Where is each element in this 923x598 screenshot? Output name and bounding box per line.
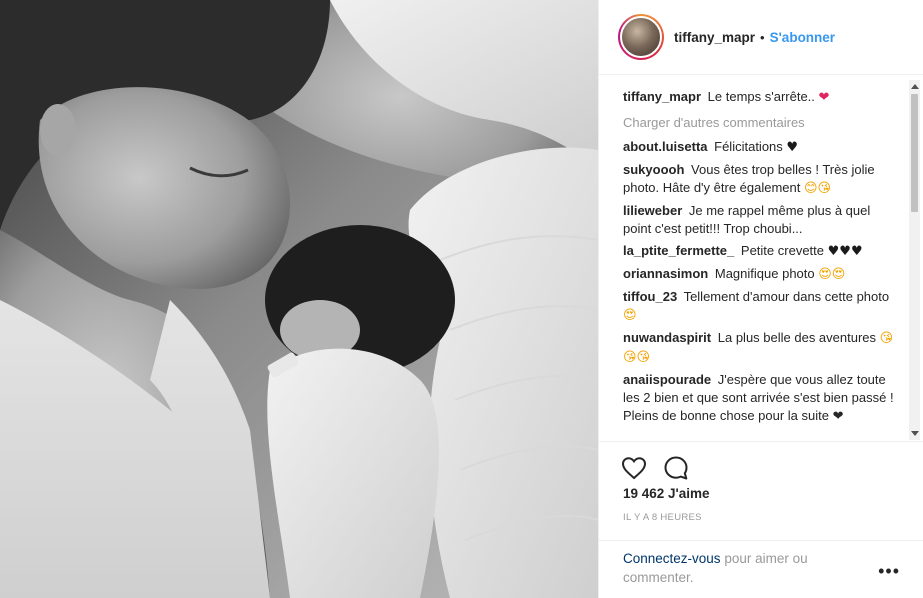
follow-button[interactable]: S'abonner bbox=[770, 30, 835, 45]
photo-illustration bbox=[0, 0, 598, 598]
comment-item: tiffou_23 Tellement d'amour dans cette p… bbox=[623, 288, 904, 325]
load-more-comments-button[interactable]: Charger d'autres commentaires bbox=[623, 114, 904, 132]
comment-username[interactable]: la_ptite_fermette_ bbox=[623, 243, 734, 258]
comment-item: oriannasimon Magnifique photo 😍😍 bbox=[623, 265, 904, 284]
post-timestamp[interactable]: IL Y A 8 HEURES bbox=[623, 512, 702, 523]
comment-item: sukyoooh Vous êtes trop belles ! Très jo… bbox=[623, 161, 904, 198]
scrollbar-thumb[interactable] bbox=[911, 94, 918, 212]
comment-text: Félicitations bbox=[714, 139, 783, 154]
comment-item: lilieweber Je me rappel même plus à quel… bbox=[623, 202, 904, 238]
scroll-down-arrow-icon[interactable] bbox=[911, 431, 919, 436]
comments-scrollbar[interactable] bbox=[909, 80, 920, 440]
login-prompt-text: Connectez-vous pour aimer ou commenter. bbox=[623, 549, 843, 587]
comment-button[interactable] bbox=[661, 453, 691, 483]
comment-text: Tellement d'amour dans cette photo bbox=[683, 289, 890, 304]
comment-username[interactable]: lilieweber bbox=[623, 203, 682, 218]
comment-item: about.luisetta Félicitations ♥ bbox=[623, 138, 904, 157]
post-header: tiffany_mapr • S'abonner bbox=[599, 0, 923, 75]
comment-username[interactable]: tiffou_23 bbox=[623, 289, 677, 304]
comment-username[interactable]: nuwandaspirit bbox=[623, 330, 711, 345]
login-link[interactable]: Connectez-vous bbox=[623, 551, 721, 566]
like-button[interactable] bbox=[619, 453, 649, 483]
scroll-up-arrow-icon[interactable] bbox=[911, 84, 919, 89]
comment-username[interactable]: anaiispourade bbox=[623, 372, 711, 387]
comment-username[interactable]: oriannasimon bbox=[623, 266, 708, 281]
comment-username[interactable]: about.luisetta bbox=[623, 139, 708, 154]
post-side-panel: tiffany_mapr • S'abonner tiffany_mapr Le… bbox=[598, 0, 923, 598]
smile-kiss-emoji: 😊😘 bbox=[804, 181, 832, 196]
comment-bubble-icon bbox=[664, 456, 688, 479]
post-caption: tiffany_mapr Le temps s'arrête.. ❤ bbox=[623, 88, 904, 107]
red-heart-emoji: ❤ bbox=[818, 90, 830, 105]
profile-avatar[interactable] bbox=[620, 16, 662, 58]
comment-item: nuwandaspirit La plus belle des aventure… bbox=[623, 329, 904, 367]
comment-item: anaiispourade J'espère que vous allez to… bbox=[623, 371, 904, 425]
avatar-story-ring[interactable] bbox=[618, 14, 664, 60]
heart-emoji: ♥ bbox=[786, 140, 799, 155]
heart-eyes-emoji: 😍😍 bbox=[818, 267, 846, 282]
post-photo[interactable] bbox=[0, 0, 598, 598]
heart-eyes-emoji: 😍 bbox=[623, 308, 637, 323]
comment-username[interactable]: sukyoooh bbox=[623, 162, 684, 177]
comments-list[interactable]: tiffany_mapr Le temps s'arrête.. ❤ Charg… bbox=[599, 76, 923, 440]
caption-username[interactable]: tiffany_mapr bbox=[623, 89, 701, 104]
comment-text: La plus belle des aventures bbox=[717, 330, 877, 345]
instagram-post: tiffany_mapr • S'abonner tiffany_mapr Le… bbox=[0, 0, 923, 598]
comment-text: Petite crevette bbox=[740, 243, 825, 258]
comment-text: Magnifique photo bbox=[714, 266, 815, 281]
header-separator: • bbox=[760, 29, 765, 45]
more-options-button[interactable]: ••• bbox=[878, 562, 900, 580]
header-username[interactable]: tiffany_mapr bbox=[674, 30, 755, 45]
likes-count[interactable]: 19 462 J'aime bbox=[623, 486, 710, 501]
heart-outline-icon bbox=[621, 456, 647, 479]
comment-item: la_ptite_fermette_ Petite crevette ♥♥♥ bbox=[623, 242, 904, 261]
hearts-emoji: ♥♥♥ bbox=[827, 244, 863, 259]
caption-text: Le temps s'arrête.. bbox=[707, 89, 815, 104]
login-prompt: Connectez-vous pour aimer ou commenter. … bbox=[599, 540, 923, 598]
